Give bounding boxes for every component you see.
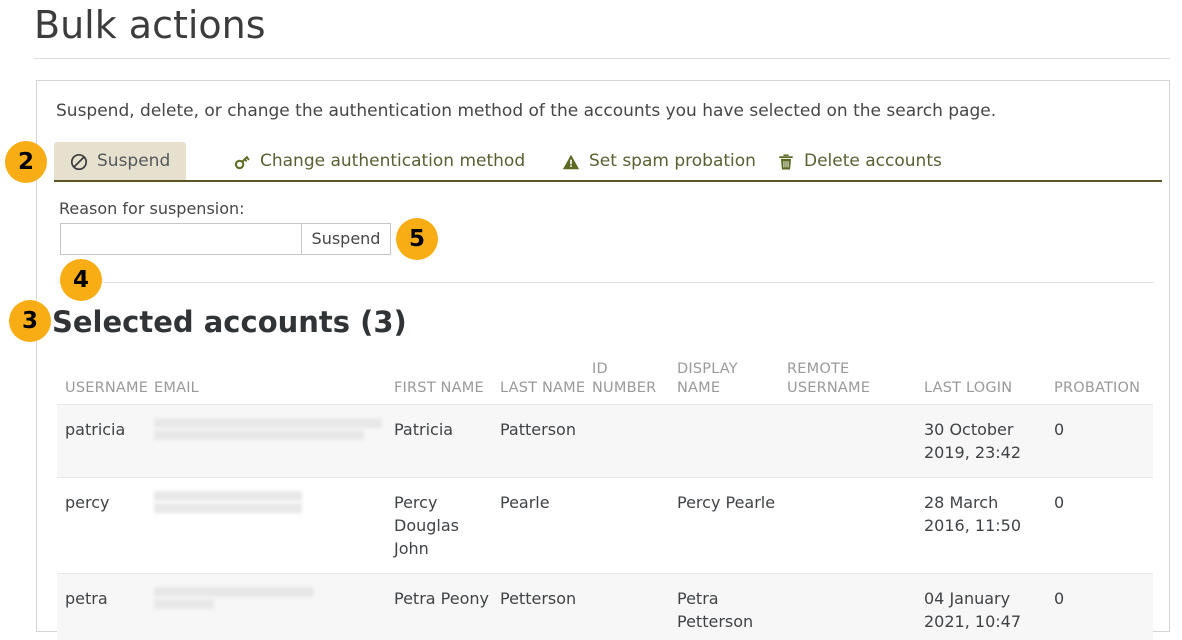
cell-remote-username: [787, 574, 924, 640]
tab-suspend[interactable]: Suspend: [54, 142, 186, 181]
cell-last-name: Pearle: [500, 478, 592, 574]
reason-input[interactable]: [60, 223, 302, 255]
cell-display-name: Petra Petterson: [677, 574, 787, 640]
card-description: Suspend, delete, or change the authentic…: [56, 99, 996, 123]
tab-set-spam-probation-label: Set spam probation: [589, 153, 756, 170]
page-title: Bulk actions: [34, 2, 266, 48]
cell-username: patricia: [57, 405, 154, 478]
column-header-id-number[interactable]: ID NUMBER: [592, 360, 677, 405]
cell-probation: 0: [1054, 405, 1153, 478]
step-badge-5: 5: [396, 218, 438, 260]
cell-id-number: [592, 405, 677, 478]
cell-email: [154, 405, 394, 478]
cell-display-name: [677, 405, 787, 478]
step-badge-2: 2: [5, 141, 47, 183]
cell-first-name: Percy Douglas John: [394, 478, 500, 574]
step-badge-3: 3: [9, 300, 51, 342]
column-header-probation[interactable]: PROBATION: [1054, 360, 1153, 405]
cell-remote-username: [787, 405, 924, 478]
column-header-email[interactable]: EMAIL: [154, 360, 394, 405]
column-header-last-login[interactable]: LAST LOGIN: [924, 360, 1054, 405]
column-header-username[interactable]: USERNAME: [57, 360, 154, 405]
cell-username: petra: [57, 574, 154, 640]
bulk-actions-page: Bulk actions Suspend, delete, or change …: [0, 0, 1182, 640]
tab-suspend-label: Suspend: [97, 153, 170, 170]
trash-icon: [777, 153, 795, 171]
cell-probation: 0: [1054, 478, 1153, 574]
cell-probation: 0: [1054, 574, 1153, 640]
tab-delete-accounts-label: Delete accounts: [804, 153, 942, 170]
tab-set-spam-probation[interactable]: Set spam probation: [546, 142, 772, 181]
cell-last-name: Patterson: [500, 405, 592, 478]
cell-last-name: Petterson: [500, 574, 592, 640]
column-header-last-name[interactable]: LAST NAME: [500, 360, 592, 405]
cell-email: [154, 478, 394, 574]
cell-display-name: Percy Pearle: [677, 478, 787, 574]
cell-first-name: Petra Peony: [394, 574, 500, 640]
tab-change-authentication-method[interactable]: Change authentication method: [217, 142, 541, 181]
cell-last-login: 04 January 2021, 10:47: [924, 574, 1054, 640]
tab-delete-accounts[interactable]: Delete accounts: [761, 142, 958, 181]
step-badge-4: 4: [60, 259, 102, 301]
redacted-email: [154, 491, 388, 513]
table-row: patricia Patricia Patterson 30 October 2…: [57, 405, 1153, 478]
tab-change-authentication-method-label: Change authentication method: [260, 153, 525, 170]
cell-last-login: 30 October 2019, 23:42: [924, 405, 1054, 478]
cell-last-login: 28 March 2016, 11:50: [924, 478, 1054, 574]
table-header-row: USERNAME EMAIL FIRST NAME LAST NAME ID N…: [57, 360, 1153, 405]
key-icon: [233, 153, 251, 171]
table-row: petra Petra Peony Petterson Petra Petter…: [57, 574, 1153, 640]
table-row: percy Percy Douglas John Pearle Percy Pe…: [57, 478, 1153, 574]
title-divider: [34, 58, 1170, 59]
warning-icon: [562, 153, 580, 171]
form-section-divider: [58, 282, 1154, 283]
action-tabs: Suspend Change authentication method: [54, 142, 1162, 181]
cell-id-number: [592, 478, 677, 574]
cell-email: [154, 574, 394, 640]
column-header-display-name[interactable]: DISPLAY NAME: [677, 360, 787, 405]
suspend-submit-button[interactable]: Suspend: [301, 223, 391, 255]
cell-remote-username: [787, 478, 924, 574]
tab-underline: [54, 180, 1162, 182]
cell-username: percy: [57, 478, 154, 574]
column-header-remote-username[interactable]: REMOTE USERNAME: [787, 360, 924, 405]
selected-accounts-table: USERNAME EMAIL FIRST NAME LAST NAME ID N…: [57, 360, 1153, 640]
redacted-email: [154, 587, 388, 609]
cell-first-name: Patricia: [394, 405, 500, 478]
column-header-first-name[interactable]: FIRST NAME: [394, 360, 500, 405]
reason-label: Reason for suspension:: [59, 199, 245, 219]
ban-icon: [70, 153, 88, 171]
redacted-email: [154, 418, 388, 440]
cell-id-number: [592, 574, 677, 640]
selected-accounts-heading: Selected accounts (3): [52, 303, 407, 341]
